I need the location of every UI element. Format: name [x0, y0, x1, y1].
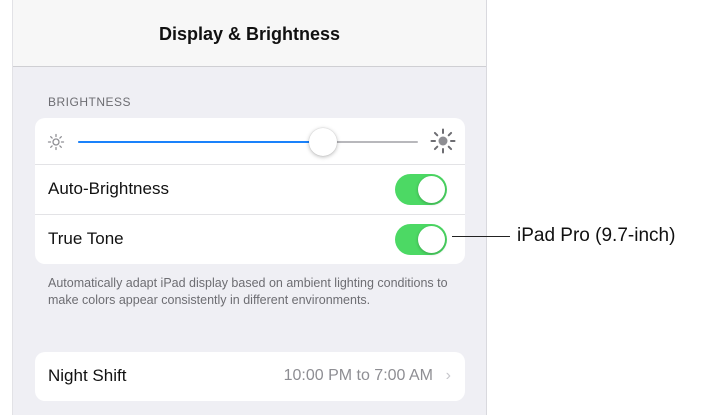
sun-large-icon [430, 128, 456, 154]
auto-brightness-toggle[interactable] [395, 174, 447, 205]
sun-small-icon [47, 133, 65, 151]
true-tone-toggle[interactable] [395, 224, 447, 255]
true-tone-label: True Tone [48, 229, 124, 248]
auto-brightness-row: Auto-Brightness [35, 165, 465, 215]
auto-brightness-label: Auto-Brightness [48, 179, 169, 198]
callout-line [452, 236, 510, 237]
true-tone-row: True Tone [35, 215, 465, 264]
night-shift-schedule: 10:00 PM to 7:00 AM [283, 367, 433, 384]
brightness-slider-row [35, 118, 465, 165]
true-tone-toggle-knob [418, 226, 445, 253]
settings-panel: Display & Brightness BRIGHTNESS Auto-Bri… [12, 0, 487, 415]
navigation-bar: Display & Brightness [13, 0, 486, 67]
callout-label: iPad Pro (9.7-inch) [517, 225, 676, 246]
night-shift-label: Night Shift [48, 366, 127, 385]
brightness-slider-fill [78, 141, 323, 143]
brightness-slider[interactable] [78, 128, 418, 156]
brightness-slider-knob[interactable] [308, 128, 337, 156]
brightness-group: Auto-Brightness True Tone [35, 118, 465, 264]
brightness-section-header: BRIGHTNESS [48, 95, 132, 109]
night-shift-row[interactable]: Night Shift 10:00 PM to 7:00 AM › [35, 352, 465, 401]
auto-brightness-toggle-knob [418, 176, 445, 203]
page-title: Display & Brightness [158, 24, 341, 44]
page: Display & Brightness BRIGHTNESS Auto-Bri… [0, 0, 705, 415]
true-tone-description: Automatically adapt iPad display based o… [48, 276, 448, 307]
chevron-right-icon: › [445, 367, 451, 384]
